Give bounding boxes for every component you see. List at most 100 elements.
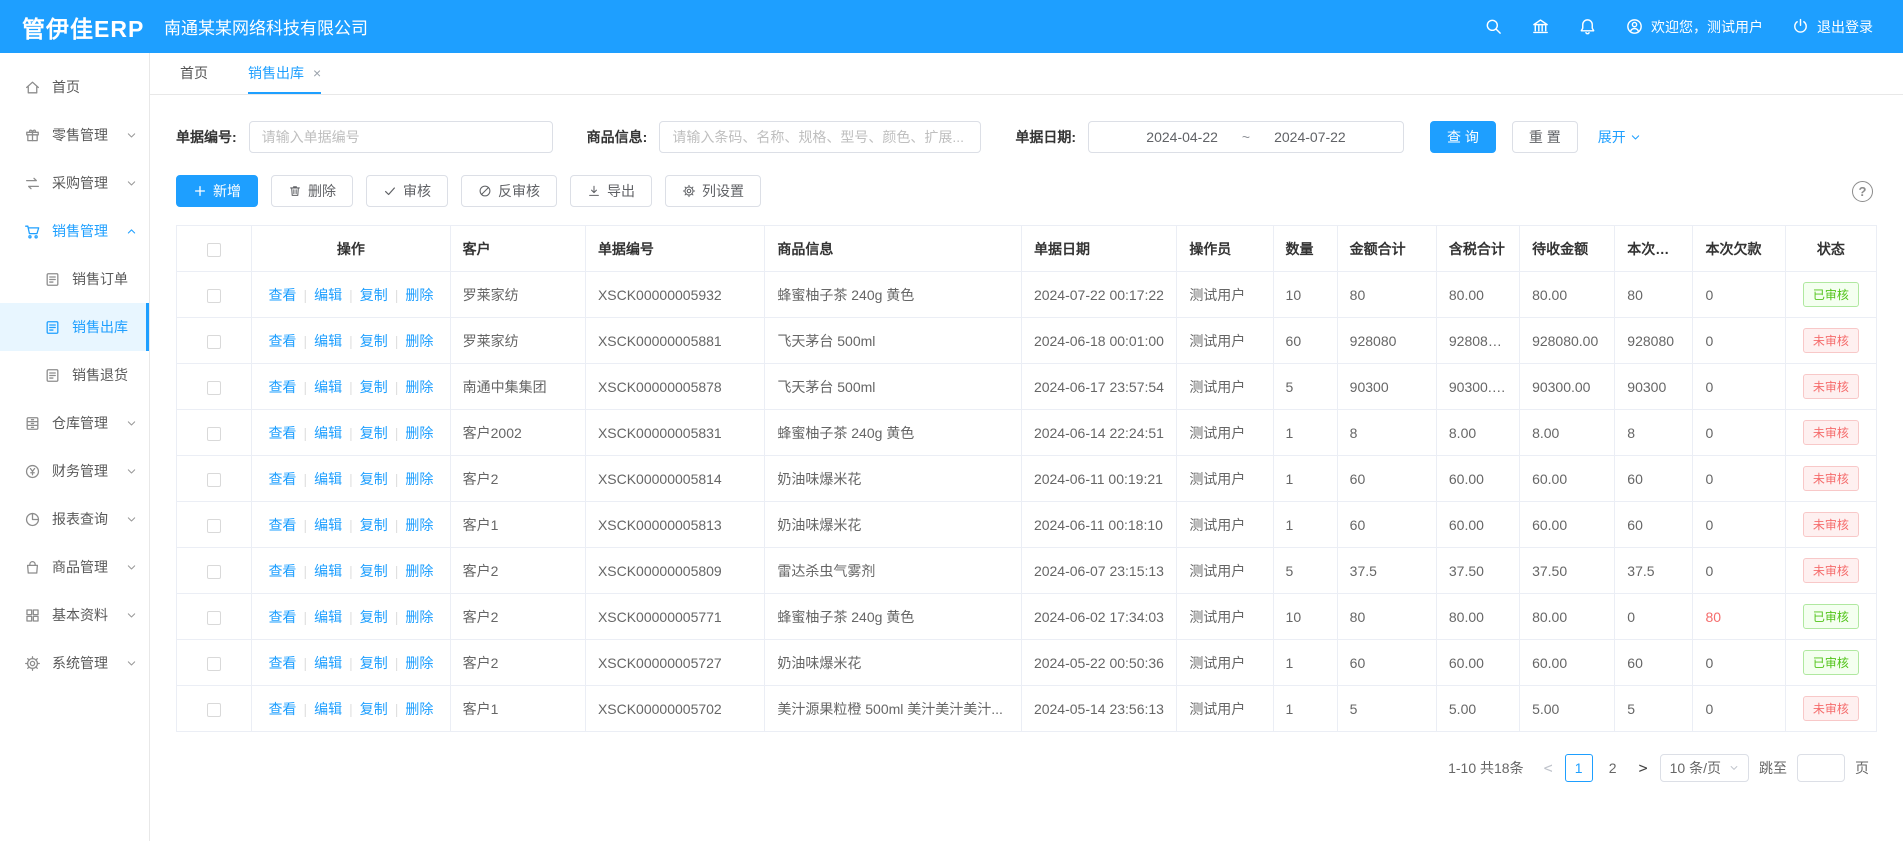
row-checkbox[interactable] (207, 703, 221, 717)
查看-link[interactable]: 查看 (268, 471, 296, 487)
编辑-link[interactable]: 编辑 (314, 563, 342, 579)
row-checkbox[interactable] (207, 473, 221, 487)
sidebar-item-财务管理[interactable]: 财务管理 (0, 447, 149, 495)
row-checkbox[interactable] (207, 335, 221, 349)
sidebar-item-商品管理[interactable]: 商品管理 (0, 543, 149, 591)
sidebar-item-首页[interactable]: 首页 (0, 63, 149, 111)
删除-link[interactable]: 删除 (405, 287, 433, 303)
logout-button[interactable]: 退出登录 (1791, 17, 1873, 37)
bell-icon[interactable] (1578, 17, 1597, 36)
sidebar-item-销售订单[interactable]: 销售订单 (0, 255, 149, 303)
查看-link[interactable]: 查看 (268, 287, 296, 303)
sidebar-item-销售管理[interactable]: 销售管理 (0, 207, 149, 255)
编辑-link[interactable]: 编辑 (314, 379, 342, 395)
button-label: 审核 (403, 181, 431, 201)
bank-icon[interactable] (1531, 17, 1550, 36)
date-start[interactable]: 2024-04-22 (1146, 129, 1218, 145)
received-cell: 60 (1615, 640, 1693, 686)
查看-link[interactable]: 查看 (268, 701, 296, 717)
查看-link[interactable]: 查看 (268, 563, 296, 579)
column-header-操作: 操作 (252, 226, 450, 272)
删除-link[interactable]: 删除 (405, 655, 433, 671)
查看-link[interactable]: 查看 (268, 379, 296, 395)
row-checkbox[interactable] (207, 565, 221, 579)
复制-link[interactable]: 复制 (360, 609, 388, 625)
page-button-1[interactable]: 1 (1565, 754, 1593, 782)
product-info-input[interactable] (659, 121, 981, 153)
row-checkbox[interactable] (207, 611, 221, 625)
row-checkbox[interactable] (207, 381, 221, 395)
列设置-button[interactable]: 列设置 (665, 175, 761, 207)
删除-link[interactable]: 删除 (405, 563, 433, 579)
next-page-button[interactable]: > (1637, 759, 1650, 777)
bill-no-input[interactable] (249, 121, 553, 153)
删除-link[interactable]: 删除 (405, 425, 433, 441)
编辑-link[interactable]: 编辑 (314, 655, 342, 671)
复制-link[interactable]: 复制 (360, 655, 388, 671)
编辑-link[interactable]: 编辑 (314, 471, 342, 487)
search-button[interactable]: 查 询 (1430, 121, 1496, 153)
date-range-picker[interactable]: 2024-04-22 ~ 2024-07-22 (1088, 121, 1404, 153)
反审核-button[interactable]: 反审核 (461, 175, 557, 207)
查看-link[interactable]: 查看 (268, 517, 296, 533)
expand-link[interactable]: 展开 (1598, 127, 1641, 147)
复制-link[interactable]: 复制 (360, 287, 388, 303)
复制-link[interactable]: 复制 (360, 563, 388, 579)
编辑-link[interactable]: 编辑 (314, 287, 342, 303)
编辑-link[interactable]: 编辑 (314, 425, 342, 441)
sidebar-item-基本资料[interactable]: 基本资料 (0, 591, 149, 639)
sidebar-item-系统管理[interactable]: 系统管理 (0, 639, 149, 687)
删除-link[interactable]: 删除 (405, 701, 433, 717)
tab-首页[interactable]: 首页 (180, 53, 208, 94)
page-button-2[interactable]: 2 (1599, 754, 1627, 782)
customer-cell: 客户2 (450, 456, 585, 502)
编辑-link[interactable]: 编辑 (314, 517, 342, 533)
导出-button[interactable]: 导出 (570, 175, 652, 207)
删除-link[interactable]: 删除 (405, 471, 433, 487)
复制-link[interactable]: 复制 (360, 425, 388, 441)
编辑-link[interactable]: 编辑 (314, 609, 342, 625)
编辑-link[interactable]: 编辑 (314, 333, 342, 349)
复制-link[interactable]: 复制 (360, 471, 388, 487)
prev-page-button[interactable]: < (1542, 759, 1555, 777)
审核-button[interactable]: 审核 (366, 175, 448, 207)
row-checkbox[interactable] (207, 519, 221, 533)
删除-link[interactable]: 删除 (405, 379, 433, 395)
sidebar-item-仓库管理[interactable]: 仓库管理 (0, 399, 149, 447)
reset-button[interactable]: 重 置 (1512, 121, 1578, 153)
column-header-单据编号: 单据编号 (585, 226, 764, 272)
删除-link[interactable]: 删除 (405, 609, 433, 625)
received-cell: 80 (1615, 272, 1693, 318)
row-checkbox[interactable] (207, 289, 221, 303)
help-icon[interactable]: ? (1852, 181, 1873, 202)
bill-no-label: 单据编号: (176, 127, 237, 147)
user-welcome[interactable]: 欢迎您，测试用户 (1625, 17, 1763, 37)
tab-销售出库[interactable]: 销售出库× (248, 53, 321, 94)
date-end[interactable]: 2024-07-22 (1274, 129, 1346, 145)
sidebar-item-采购管理[interactable]: 采购管理 (0, 159, 149, 207)
查看-link[interactable]: 查看 (268, 655, 296, 671)
select-all-checkbox[interactable] (207, 243, 221, 257)
row-checkbox[interactable] (207, 657, 221, 671)
search-icon[interactable] (1484, 17, 1503, 36)
编辑-link[interactable]: 编辑 (314, 701, 342, 717)
删除-link[interactable]: 删除 (405, 333, 433, 349)
sidebar-item-零售管理[interactable]: 零售管理 (0, 111, 149, 159)
查看-link[interactable]: 查看 (268, 425, 296, 441)
row-checkbox[interactable] (207, 427, 221, 441)
删除-link[interactable]: 删除 (405, 517, 433, 533)
复制-link[interactable]: 复制 (360, 333, 388, 349)
新增-button[interactable]: 新增 (176, 175, 258, 207)
查看-link[interactable]: 查看 (268, 609, 296, 625)
jump-page-input[interactable] (1797, 754, 1845, 782)
close-icon[interactable]: × (313, 65, 321, 81)
复制-link[interactable]: 复制 (360, 701, 388, 717)
查看-link[interactable]: 查看 (268, 333, 296, 349)
sidebar-item-销售出库[interactable]: 销售出库 (0, 303, 149, 351)
sidebar-item-报表查询[interactable]: 报表查询 (0, 495, 149, 543)
复制-link[interactable]: 复制 (360, 517, 388, 533)
复制-link[interactable]: 复制 (360, 379, 388, 395)
sidebar-item-销售退货[interactable]: 销售退货 (0, 351, 149, 399)
删除-button[interactable]: 删除 (271, 175, 353, 207)
page-size-select[interactable]: 10 条/页 (1660, 754, 1749, 782)
